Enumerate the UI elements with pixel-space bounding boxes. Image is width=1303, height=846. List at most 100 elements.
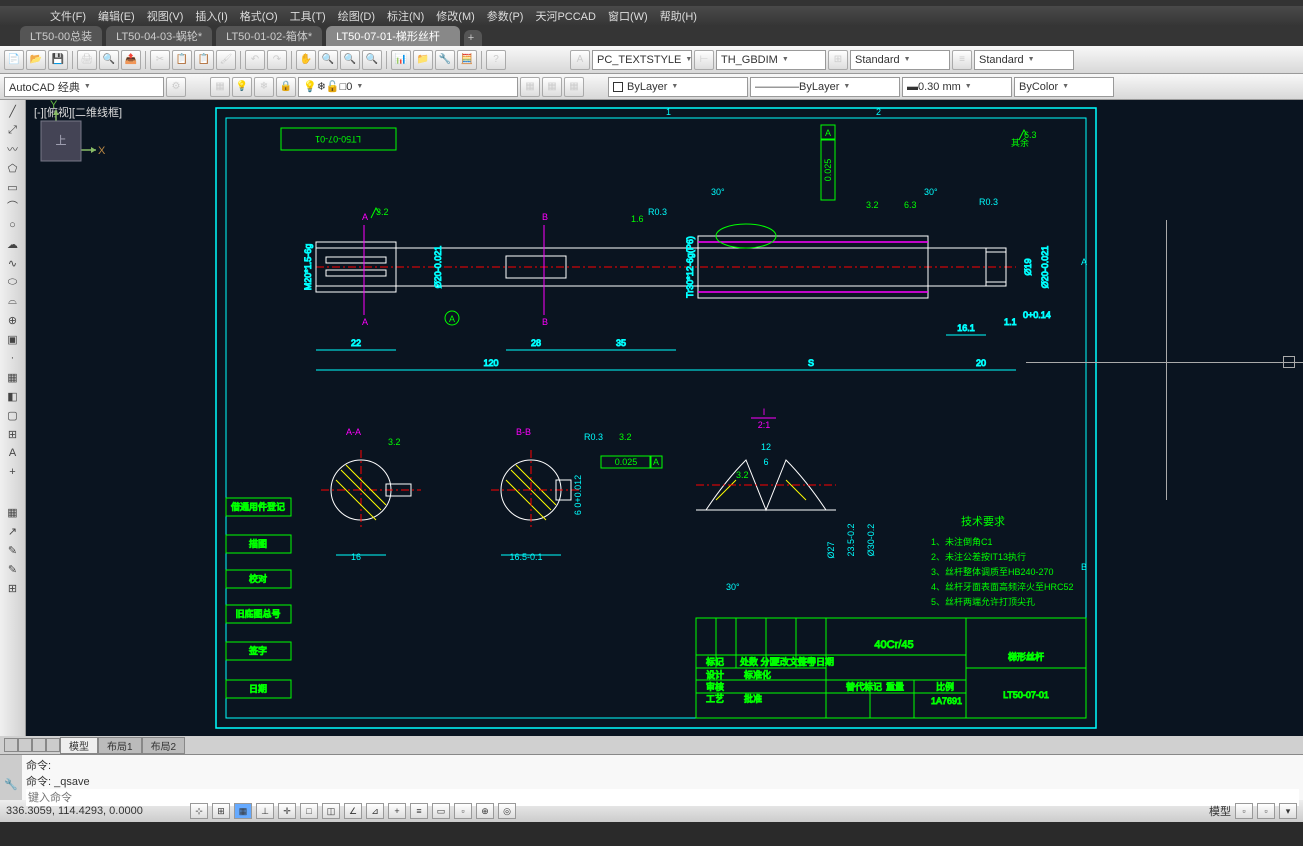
layer7-icon[interactable]: ▦ [564, 77, 584, 97]
tablestyle-dropdown[interactable]: Standard [850, 50, 950, 70]
spline-icon[interactable]: ∿ [3, 254, 23, 272]
polygon-icon[interactable]: ⬠ [3, 159, 23, 177]
line-icon[interactable]: ╱ [3, 102, 23, 120]
hatch-icon[interactable]: ▦ [3, 368, 23, 386]
pan-icon[interactable]: ✋ [296, 50, 316, 70]
insert-icon[interactable]: ⊕ [3, 311, 23, 329]
ws-settings-icon[interactable]: ⚙ [166, 77, 186, 97]
otrack-icon[interactable]: ∠ [344, 803, 362, 819]
qp-icon[interactable]: ▫ [454, 803, 472, 819]
open-icon[interactable]: 📂 [26, 50, 46, 70]
menu-edit[interactable]: 编辑(E) [98, 8, 135, 24]
print-icon[interactable]: 🖨 [77, 50, 97, 70]
arc-icon[interactable]: ⌒ [3, 197, 23, 215]
layer-icon[interactable]: ▦ [210, 77, 230, 97]
addsel-icon[interactable]: + [3, 463, 23, 481]
menu-format[interactable]: 格式(O) [240, 8, 278, 24]
props-icon[interactable]: 📊 [391, 50, 411, 70]
layout-last-icon[interactable]: ⏭ [46, 738, 60, 752]
model-label[interactable]: 模型 [1209, 803, 1231, 819]
lwt-icon[interactable]: ≡ [410, 803, 428, 819]
sc-icon[interactable]: ⊕ [476, 803, 494, 819]
tool-icon[interactable]: 🔧 [435, 50, 455, 70]
menu-file[interactable]: 文件(F) [50, 8, 86, 24]
color-dropdown[interactable]: ByLayer [608, 77, 748, 97]
menu-param[interactable]: 参数(P) [487, 8, 524, 24]
menu-view[interactable]: 视图(V) [147, 8, 184, 24]
pline-icon[interactable]: 〰 [3, 140, 23, 158]
menu-help[interactable]: 帮助(H) [660, 8, 697, 24]
revcloud-icon[interactable]: ☁ [3, 235, 23, 253]
zoom-icon[interactable]: 🔍 [318, 50, 338, 70]
table-icon[interactable]: ⊞ [3, 425, 23, 443]
ortho-icon[interactable]: ⊥ [256, 803, 274, 819]
st1-icon[interactable]: ▫ [1235, 803, 1253, 819]
standard-dropdown[interactable]: Standard [974, 50, 1074, 70]
menu-dim[interactable]: 标注(N) [387, 8, 424, 24]
layout-1[interactable]: 布局1 [98, 737, 142, 754]
layout-first-icon[interactable]: ⏮ [4, 738, 18, 752]
xline-icon[interactable]: ⤢ [3, 121, 23, 139]
cmd-icon[interactable]: ▶ [7, 765, 15, 778]
plotstyle-dropdown[interactable]: ByColor [1014, 77, 1114, 97]
workspace-dropdown[interactable]: AutoCAD 经典 [4, 77, 164, 97]
drawing-canvas[interactable]: [-][俯视][二维线框] LT50-07-01 [26, 100, 1303, 736]
mlstyle-icon[interactable]: ≡ [952, 50, 972, 70]
menu-window[interactable]: 窗口(W) [608, 8, 648, 24]
linetype-dropdown[interactable]: ———— ByLayer [750, 77, 900, 97]
zoom3-icon[interactable]: 🔍 [362, 50, 382, 70]
layout-next-icon[interactable]: ▶ [32, 738, 46, 752]
m4-icon[interactable]: ✎ [3, 560, 23, 578]
st3-icon[interactable]: ▾ [1279, 803, 1297, 819]
region-icon[interactable]: ▢ [3, 406, 23, 424]
layer5-icon[interactable]: ▦ [520, 77, 540, 97]
point-icon[interactable]: · [3, 349, 23, 367]
dcc-icon[interactable]: 📁 [413, 50, 433, 70]
tab-1[interactable]: LT50-04-03-蜗轮* [106, 26, 212, 46]
dimstyle-dropdown[interactable]: TH_GBDIM [716, 50, 826, 70]
layer4-icon[interactable]: 🔒 [276, 77, 296, 97]
cmd-wrench-icon[interactable]: 🔧 [4, 778, 18, 791]
calc-icon[interactable]: 🧮 [457, 50, 477, 70]
lineweight-dropdown[interactable]: ▬ 0.30 mm [902, 77, 1012, 97]
menu-modify[interactable]: 修改(M) [436, 8, 475, 24]
m1-icon[interactable]: ▦ [3, 503, 23, 521]
publish-icon[interactable]: 📤 [121, 50, 141, 70]
st2-icon[interactable]: ▫ [1257, 803, 1275, 819]
layout-model[interactable]: 模型 [60, 737, 98, 754]
textstyle-dropdown[interactable]: PC_TEXTSTYLE [592, 50, 692, 70]
menu-insert[interactable]: 插入(I) [195, 8, 227, 24]
circle-icon[interactable]: ○ [3, 216, 23, 234]
undo-icon[interactable]: ↶ [245, 50, 265, 70]
m2-icon[interactable]: ↗ [3, 522, 23, 540]
dimstyle-icon[interactable]: ⊢ [694, 50, 714, 70]
menu-draw[interactable]: 绘图(D) [338, 8, 375, 24]
earc-icon[interactable]: ⌓ [3, 292, 23, 310]
layer-dropdown[interactable]: 💡❄🔓□ 0 [298, 77, 518, 97]
textstyle-icon[interactable]: A [570, 50, 590, 70]
dyn-icon[interactable]: + [388, 803, 406, 819]
tab-2[interactable]: LT50-01-02-箱体* [216, 26, 322, 46]
close-icon[interactable]: × [444, 31, 450, 42]
osnap-icon[interactable]: □ [300, 803, 318, 819]
paste-icon[interactable]: 📋 [194, 50, 214, 70]
preview-icon[interactable]: 🔍 [99, 50, 119, 70]
layer6-icon[interactable]: ▦ [542, 77, 562, 97]
tablestyle-icon[interactable]: ⊞ [828, 50, 848, 70]
cut-icon[interactable]: ✂ [150, 50, 170, 70]
layout-2[interactable]: 布局2 [142, 737, 186, 754]
redo-icon[interactable]: ↷ [267, 50, 287, 70]
menu-tools[interactable]: 工具(T) [290, 8, 326, 24]
match-icon[interactable]: 🖌 [216, 50, 236, 70]
viewcube[interactable]: 上 [26, 106, 96, 176]
layer3-icon[interactable]: ❄ [254, 77, 274, 97]
help-icon[interactable]: ? [486, 50, 506, 70]
tab-3[interactable]: LT50-07-01-梯形丝杆× [326, 26, 460, 46]
menu-pccad[interactable]: 天河PCCAD [535, 8, 596, 24]
mtext-icon[interactable]: A [3, 444, 23, 462]
rect-icon[interactable]: ▭ [3, 178, 23, 196]
am-icon[interactable]: ◎ [498, 803, 516, 819]
save-icon[interactable]: 💾 [48, 50, 68, 70]
block-icon[interactable]: ▣ [3, 330, 23, 348]
new-tab-button[interactable]: + [464, 30, 482, 46]
